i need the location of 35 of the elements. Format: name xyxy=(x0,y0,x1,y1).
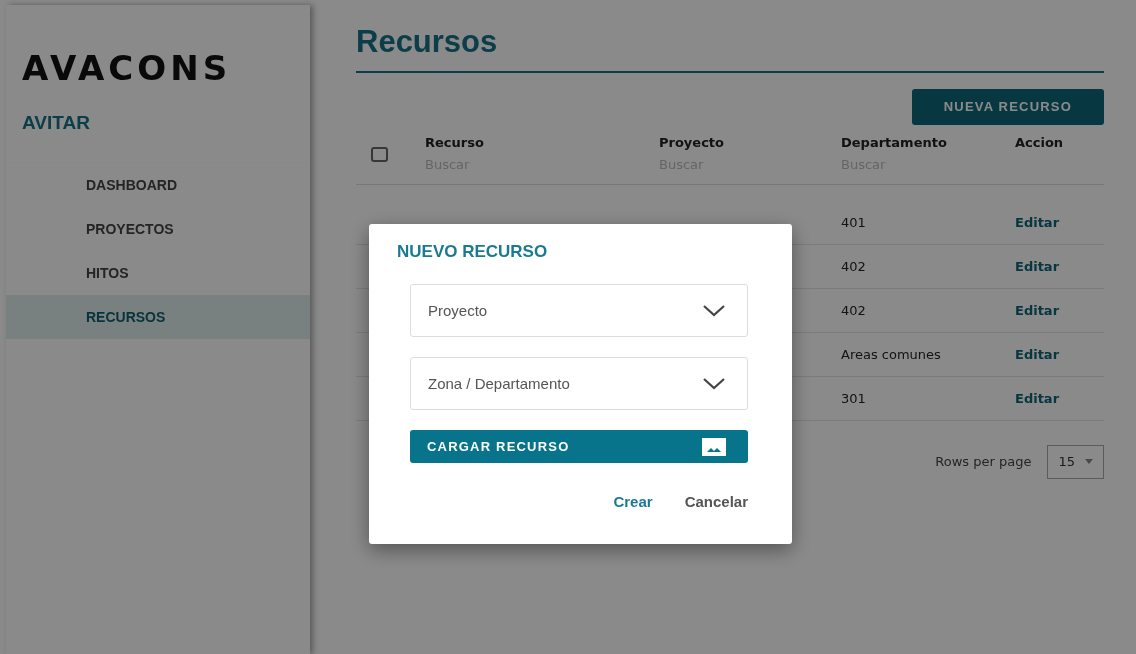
rows-per-page-label: Rows per page xyxy=(935,453,1032,472)
table-cell: 402 xyxy=(841,258,866,274)
upload-resource-button[interactable]: CARGAR RECURSO xyxy=(410,430,748,464)
sidebar-item[interactable]: HITOS xyxy=(6,251,310,295)
column-header: Recurso xyxy=(425,133,485,152)
table-cell: 402 xyxy=(841,302,866,318)
dropdown-field[interactable]: Proyecto xyxy=(410,284,748,338)
new-resource-button[interactable]: NUEVA RECURSO xyxy=(911,89,1104,125)
table-cell: Areas comunes xyxy=(841,346,941,362)
edit-link[interactable]: Editar xyxy=(1015,346,1060,362)
sidebar-item[interactable]: DASHBOARD xyxy=(6,163,310,207)
sidebar-item[interactable]: RECURSOS xyxy=(6,295,310,339)
image-icon xyxy=(702,437,726,456)
table-cell: 401 xyxy=(841,214,866,230)
column-header: Accion xyxy=(1015,133,1065,152)
column-header: Proyecto xyxy=(659,133,725,152)
edit-link[interactable]: Editar xyxy=(1015,390,1060,406)
sidebar-item[interactable]: PROYECTOS xyxy=(6,207,310,251)
dropdown-field[interactable]: Zona / Departamento xyxy=(410,357,748,411)
rows-per-page-select[interactable]: 15 xyxy=(1047,445,1104,479)
sidebar-subtitle: AVITAR xyxy=(21,111,91,132)
edit-link[interactable]: Editar xyxy=(1015,302,1060,318)
select-all-checkbox[interactable] xyxy=(371,146,388,162)
chevron-down-icon xyxy=(703,377,725,390)
column-header: Departamento xyxy=(841,133,948,152)
edit-link[interactable]: Editar xyxy=(1015,214,1060,230)
edit-link[interactable]: Editar xyxy=(1015,258,1060,274)
create-button[interactable]: Crear xyxy=(613,491,653,514)
page-title: Recursos xyxy=(356,25,1104,74)
cancel-button[interactable]: Cancelar xyxy=(684,491,748,514)
caret-down-icon xyxy=(1085,459,1093,465)
table-cell: 301 xyxy=(841,390,866,406)
modal-title: NUEVO RECURSO xyxy=(397,242,549,263)
app-logo: AVACONS xyxy=(21,47,233,85)
chevron-down-icon xyxy=(703,304,725,317)
